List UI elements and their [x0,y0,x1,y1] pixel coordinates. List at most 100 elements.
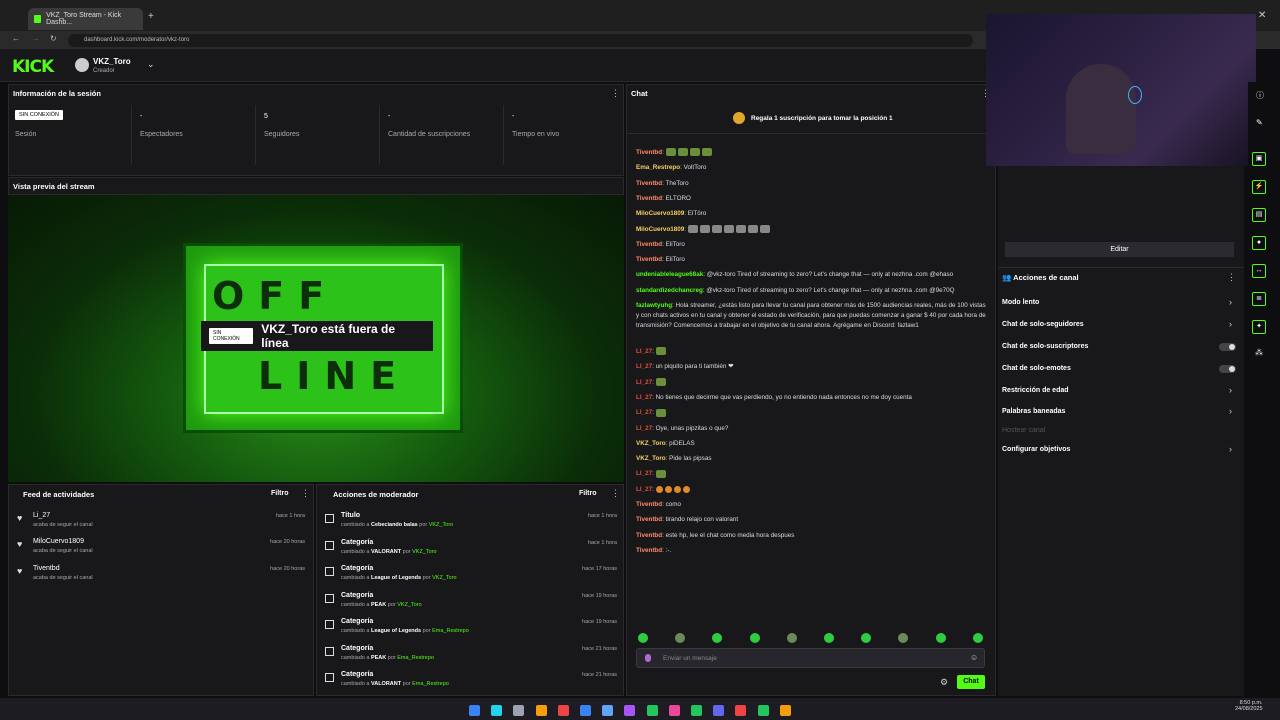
chat-username[interactable]: LI_27 [636,409,652,416]
close-window-icon[interactable]: ✕ [1258,10,1266,21]
emote[interactable] [677,148,688,157]
taskbar-app-icon[interactable] [535,705,547,716]
info-icon[interactable]: ⓘ [1256,90,1264,101]
chat-username[interactable]: Tiventbd [636,532,662,539]
taskbar-app-icon[interactable] [469,705,480,716]
chat-settings-icon[interactable]: ⚙ [940,677,948,688]
chat-username[interactable]: Tiventbd [636,195,662,202]
emote[interactable] [689,148,700,157]
mod-filter-button[interactable]: Filtro [579,490,597,497]
activity-menu-icon[interactable]: ⋮ [301,488,310,499]
action-user[interactable]: Ema_Restrepo [397,655,434,661]
chat-username[interactable]: MiloCuervo1809 [636,226,684,233]
channel-action-item[interactable]: Restricción de edad [1002,387,1069,394]
action-user[interactable]: VKZ_Toro [397,602,421,608]
taskbar-app-icon[interactable] [757,705,769,716]
emote[interactable] [655,408,666,417]
action-value[interactable]: League of Legends [371,628,421,634]
reload-icon[interactable]: ↻ [50,34,57,43]
channel-action-item[interactable]: Modo lento [1002,299,1039,306]
action-user[interactable]: VKZ_Toro [429,522,453,528]
chevron-right-icon[interactable]: › [1229,297,1232,307]
rail-chat-icon[interactable]: ● [1252,236,1266,250]
mod-menu-icon[interactable]: ⋮ [611,488,620,499]
action-value[interactable]: PEAK [371,602,386,608]
follower-name[interactable]: Tiventbd [33,565,60,572]
taskbar-app-icon[interactable] [668,705,680,716]
rail-tools-icon[interactable]: ✦ [1252,320,1266,334]
emote[interactable] [673,485,681,493]
channel-action-item[interactable]: Palabras baneadas [1002,408,1065,415]
edit-button[interactable]: Editar [1005,242,1234,257]
toggle-switch[interactable] [1219,343,1236,351]
emote-shortcut-icon[interactable] [638,633,648,643]
new-tab-icon[interactable]: + [148,11,154,22]
taskbar-app-icon[interactable] [557,705,569,716]
emote-shortcut-icon[interactable] [786,633,797,643]
taskbar-app-icon[interactable] [735,705,747,716]
action-value[interactable]: VALORANT [371,549,401,555]
back-icon[interactable]: ← [12,34,20,43]
rail-bolt-icon[interactable]: ⚡ [1252,180,1266,194]
pencil-icon[interactable]: ✎ [1256,118,1263,127]
chat-username[interactable]: fazlawtyuhg [636,302,672,309]
emote[interactable] [665,148,676,157]
forward-icon[interactable]: → [32,34,40,43]
action-user[interactable]: VKZ_Toro [412,549,436,555]
chat-username[interactable]: VKZ_Toro [636,455,666,462]
emote[interactable] [655,347,666,356]
taskbar-app-icon[interactable] [713,705,725,716]
chevron-right-icon[interactable]: › [1229,385,1232,395]
chat-username[interactable]: LI_27 [636,470,652,477]
emote[interactable] [699,224,710,233]
chat-username[interactable]: LI_27 [636,486,652,493]
follower-name[interactable]: MiloCuervo1809 [33,538,84,545]
rail-stack-icon[interactable]: ≣ [1252,292,1266,306]
taskbar-app-icon[interactable] [646,705,658,716]
browser-tab[interactable]: VKZ_Toro Stream - Kick Dashb... [28,8,143,30]
chat-username[interactable]: LI_27 [636,425,652,432]
emote[interactable] [687,224,698,233]
chat-username[interactable]: Tiventbd [636,516,662,523]
emote[interactable] [655,469,666,478]
emote-shortcut-icon[interactable] [824,633,834,643]
emoji-icon[interactable]: ☺ [970,653,978,662]
chat-username[interactable]: Tiventbd [636,256,662,263]
chat-username[interactable]: VKZ_Toro [636,440,666,447]
channel-action-item[interactable]: Chat de solo-seguidores [1002,321,1084,328]
chevron-right-icon[interactable]: › [1229,319,1232,329]
taskbar-app-icon[interactable] [602,705,614,716]
kick-logo[interactable]: KICK [12,57,54,77]
chat-username[interactable]: Tiventbd [636,180,662,187]
chat-username[interactable]: standardizedchancreg [636,287,703,294]
send-chat-button[interactable]: Chat [957,675,985,689]
taskbar-app-icon[interactable] [491,705,503,716]
emote[interactable] [711,224,722,233]
channel-action-item[interactable]: Chat de solo-suscriptores [1002,343,1088,350]
chat-username[interactable]: MiloCuervo1809 [636,210,684,217]
emote-shortcut-icon[interactable] [749,633,760,643]
taskbar-app-icon[interactable] [691,705,702,716]
emote[interactable] [655,485,663,493]
action-value[interactable]: League of Legends [371,575,421,581]
activity-filter-button[interactable]: Filtro [271,490,289,497]
rail-stream-icon[interactable]: ▣ [1252,152,1266,166]
action-user[interactable]: VKZ_Toro [432,575,456,581]
emote[interactable] [747,224,758,233]
chat-input[interactable]: Enviar un mensaje ☺ [636,648,985,668]
taskbar-app-icon[interactable] [779,705,791,716]
chevron-right-icon[interactable]: › [1229,444,1232,454]
action-value[interactable]: PEAK [371,655,386,661]
action-value[interactable]: Cebeciando balas [371,522,418,528]
chat-username[interactable]: LI_27 [636,379,652,386]
emote[interactable] [701,148,712,157]
action-value[interactable]: VALORANT [371,681,401,687]
channel-actions-menu-icon[interactable]: ⋮ [1227,272,1236,283]
chevron-right-icon[interactable]: › [1229,406,1232,416]
emote[interactable] [655,377,666,386]
chevron-down-icon[interactable]: ⌄ [147,59,155,70]
emote[interactable] [723,224,734,233]
rail-link-icon[interactable]: ↔ [1252,264,1266,278]
channel-action-item[interactable]: Configurar objetivos [1002,446,1070,453]
rail-doc-icon[interactable]: ▤ [1252,208,1266,222]
